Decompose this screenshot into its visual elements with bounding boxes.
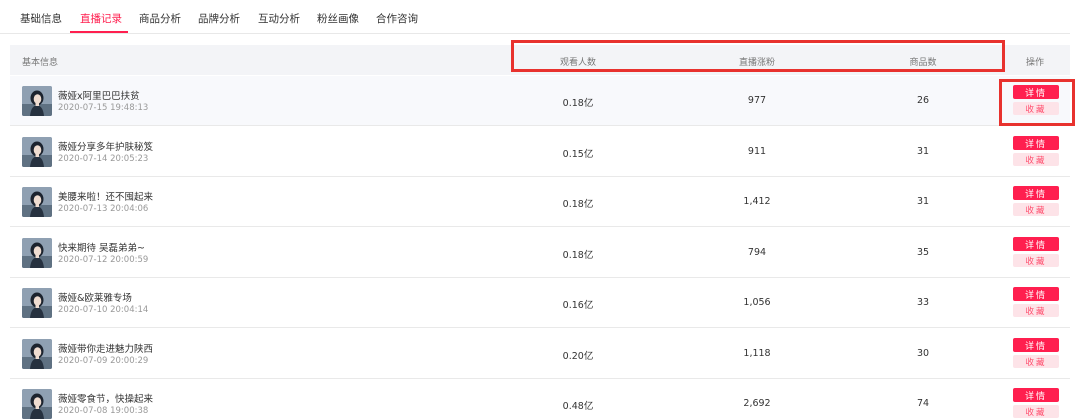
viewers-value: 0.20亿 [562, 351, 594, 362]
tab-interaction-analysis[interactable]: 互动分析 [258, 11, 300, 26]
new-fans-value: 1,118 [743, 348, 771, 359]
tab-product-analysis[interactable]: 商品分析 [139, 11, 181, 26]
live-title[interactable]: 美腰来啦！还不囤起来 [58, 189, 153, 203]
tab-bar: 基础信息 直播记录 商品分析 品牌分析 互动分析 粉丝画像 合作咨询 [0, 0, 1070, 34]
viewers-value: 0.16亿 [562, 300, 594, 311]
products-value: 31 [916, 196, 930, 207]
favorite-button[interactable]: 收藏 [1013, 203, 1059, 216]
tab-basic-info[interactable]: 基础信息 [20, 11, 62, 26]
tab-brand-analysis[interactable]: 品牌分析 [198, 11, 240, 26]
favorite-button[interactable]: 收藏 [1013, 405, 1059, 418]
products-value: 30 [916, 348, 930, 359]
table-row: 薇娅x阿里巴巴扶贫 2020-07-15 19:48:13 0.18亿 977 26 详情… [10, 76, 1070, 126]
new-fans-value: 794 [747, 247, 767, 258]
products-value: 74 [916, 398, 930, 409]
table-row: 快来期待 吴磊弟弟~ 2020-07-12 20:00:59 0.18亿 794 35 详… [10, 228, 1070, 278]
live-title[interactable]: 快来期待 吴磊弟弟~ [58, 240, 145, 254]
table-row: 美腰来啦！还不囤起来 2020-07-13 20:04:06 0.18亿 1,412 3… [10, 177, 1070, 227]
live-time: 2020-07-15 19:48:13 [58, 103, 149, 113]
avatar[interactable] [22, 187, 52, 217]
detail-button[interactable]: 详情 [1013, 287, 1059, 301]
live-time: 2020-07-08 19:00:38 [58, 406, 149, 416]
table-row: 薇娅带你走进魅力陕西 2020-07-09 20:00:29 0.20亿 1,118 3… [10, 329, 1070, 379]
avatar[interactable] [22, 86, 52, 116]
header-basic-info: 基本信息 [22, 58, 59, 68]
live-title[interactable]: 薇娅零食节，快操起来 [58, 391, 153, 405]
live-time: 2020-07-12 20:00:59 [58, 255, 149, 265]
table-header: 基本信息 观看人数 直播涨粉 商品数 操作 [10, 45, 1070, 75]
active-tab-indicator [70, 31, 128, 33]
avatar[interactable] [22, 288, 52, 318]
detail-button[interactable]: 详情 [1013, 338, 1059, 352]
header-new-fans: 直播涨粉 [738, 58, 776, 68]
live-time: 2020-07-10 20:04:14 [58, 305, 149, 315]
favorite-button[interactable]: 收藏 [1013, 304, 1059, 317]
avatar[interactable] [22, 137, 52, 167]
avatar[interactable] [22, 238, 52, 268]
live-title[interactable]: 薇娅带你走进魅力陕西 [58, 341, 153, 355]
viewers-value: 0.48亿 [562, 401, 594, 412]
header-actions: 操作 [1025, 58, 1045, 68]
products-value: 33 [916, 297, 930, 308]
live-title[interactable]: 薇娅&欧莱雅专场 [58, 290, 132, 304]
products-value: 26 [916, 95, 930, 106]
viewers-value: 0.18亿 [562, 199, 594, 210]
header-products: 商品数 [909, 58, 937, 68]
table-row: 薇娅&欧莱雅专场 2020-07-10 20:04:14 0.16亿 1,056 33 详… [10, 278, 1070, 328]
detail-button[interactable]: 详情 [1013, 85, 1059, 99]
new-fans-value: 977 [747, 95, 767, 106]
favorite-button[interactable]: 收藏 [1013, 355, 1059, 368]
table-row: 薇娅零食节，快操起来 2020-07-08 19:00:38 0.48亿 2,692 7… [10, 379, 1070, 419]
detail-button[interactable]: 详情 [1013, 237, 1059, 251]
tab-fan-profile[interactable]: 粉丝画像 [317, 11, 359, 26]
header-viewers: 观看人数 [559, 58, 597, 68]
detail-button[interactable]: 详情 [1013, 186, 1059, 200]
tab-cooperation[interactable]: 合作咨询 [376, 11, 418, 26]
avatar[interactable] [22, 389, 52, 419]
favorite-button[interactable]: 收藏 [1013, 102, 1059, 115]
new-fans-value: 911 [747, 146, 767, 157]
favorite-button[interactable]: 收藏 [1013, 153, 1059, 166]
products-value: 31 [916, 146, 930, 157]
avatar[interactable] [22, 339, 52, 369]
table-row: 薇娅分享多年护肤秘笈 2020-07-14 20:05:23 0.15亿 911 31 详… [10, 127, 1070, 177]
favorite-button[interactable]: 收藏 [1013, 254, 1059, 267]
live-time: 2020-07-14 20:05:23 [58, 154, 149, 164]
live-time: 2020-07-09 20:00:29 [58, 356, 149, 366]
viewers-value: 0.18亿 [562, 250, 594, 261]
viewers-value: 0.15亿 [562, 149, 594, 160]
new-fans-value: 1,056 [743, 297, 771, 308]
new-fans-value: 1,412 [743, 196, 771, 207]
viewers-value: 0.18亿 [562, 98, 594, 109]
live-title[interactable]: 薇娅分享多年护肤秘笈 [58, 139, 153, 153]
tab-live-records[interactable]: 直播记录 [80, 11, 122, 26]
products-value: 35 [916, 247, 930, 258]
detail-button[interactable]: 详情 [1013, 136, 1059, 150]
live-time: 2020-07-13 20:04:06 [58, 204, 149, 214]
live-title[interactable]: 薇娅x阿里巴巴扶贫 [58, 88, 140, 102]
new-fans-value: 2,692 [743, 398, 771, 409]
detail-button[interactable]: 详情 [1013, 388, 1059, 402]
